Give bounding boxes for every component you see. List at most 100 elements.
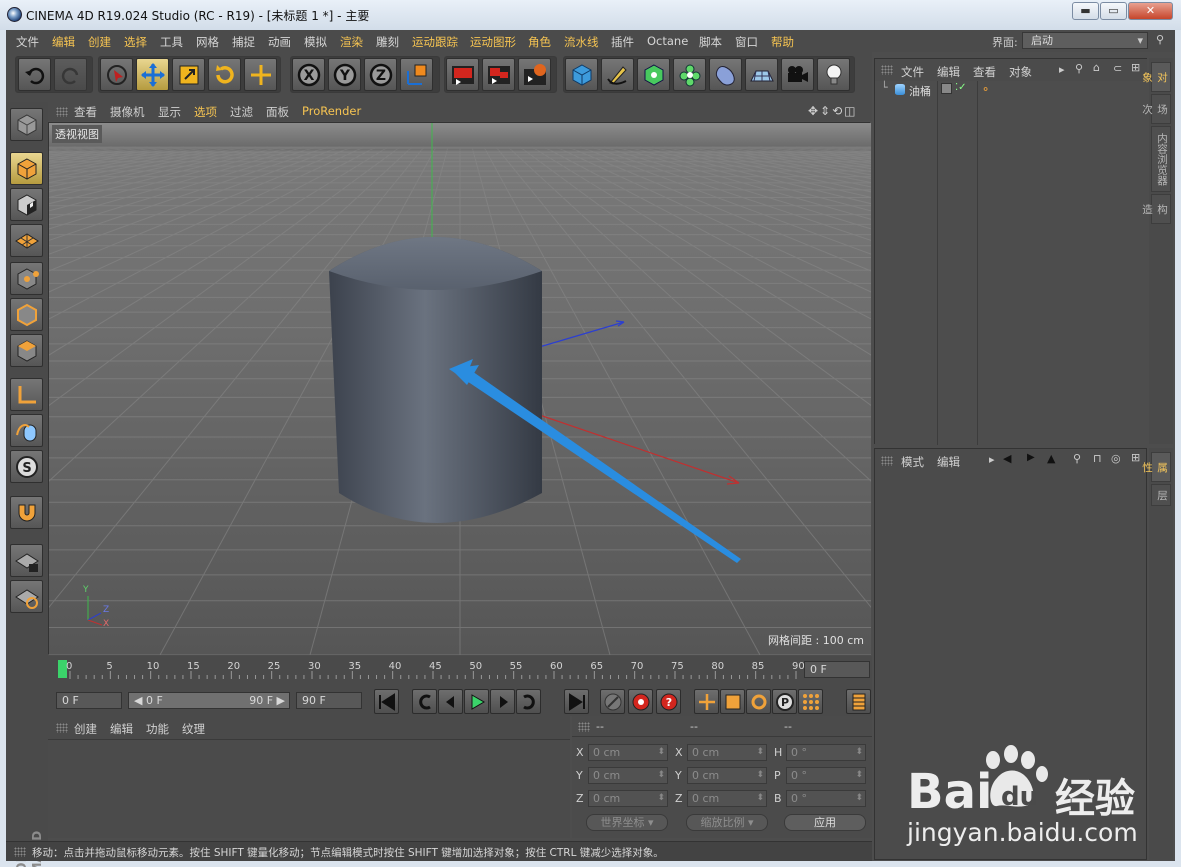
target-icon[interactable]: ◎ — [1111, 452, 1121, 465]
object-menu-object[interactable]: 对象 — [1009, 64, 1032, 80]
search-icon[interactable]: ⚲ — [1075, 62, 1083, 75]
object-menu-view[interactable]: 查看 — [973, 64, 996, 80]
edges-mode-icon[interactable] — [10, 298, 43, 331]
make-editable-icon[interactable] — [10, 108, 43, 141]
menu-create[interactable]: 创建 — [88, 34, 111, 50]
panel-grip[interactable] — [56, 723, 68, 733]
list-item[interactable]: └ 油桶 ⁚✓ ⚬ — [875, 81, 1147, 99]
size-y-field[interactable]: 0 cm — [687, 767, 767, 784]
floor-icon[interactable] — [745, 58, 778, 91]
deformer-icon[interactable] — [709, 58, 742, 91]
panel-grip[interactable] — [56, 107, 68, 117]
rot-p-field[interactable]: 0 ° — [786, 767, 866, 784]
menu-mesh[interactable]: 网格 — [196, 34, 219, 50]
timeline-ruler[interactable]: 0 5 10 15 20 25 30 35 40 45 50 55 60 65 70 75 80 85 90 — [56, 658, 806, 686]
panel-grip[interactable] — [881, 456, 893, 466]
go-to-start-icon[interactable] — [374, 689, 399, 714]
tag-icon[interactable]: ⚬ — [981, 83, 990, 96]
move-icon[interactable] — [136, 58, 169, 91]
panel-grip[interactable] — [881, 65, 893, 75]
key-rotation-icon[interactable] — [746, 689, 771, 714]
edit-render-settings-icon[interactable] — [518, 58, 551, 91]
tab-structure[interactable]: 构造 — [1141, 194, 1171, 224]
menu-pipeline[interactable]: 流水线 — [564, 34, 599, 50]
coordinate-system-icon[interactable] — [400, 58, 433, 91]
toggle-icon[interactable]: ⊂ — [1113, 62, 1122, 75]
search-icon[interactable]: ⚲ — [1073, 452, 1081, 465]
tab-layers[interactable]: 层 — [1151, 484, 1171, 506]
key-pla-icon[interactable] — [798, 689, 823, 714]
tab-objects[interactable]: 对象 — [1141, 62, 1171, 92]
record-icon[interactable] — [600, 689, 625, 714]
menu-window[interactable]: 窗口 — [735, 34, 758, 50]
y-axis-icon[interactable]: Y — [328, 58, 361, 91]
next-frame-icon[interactable] — [490, 689, 515, 714]
menu-file[interactable]: 文件 — [16, 34, 39, 50]
menu-snap[interactable]: 捕捉 — [232, 34, 255, 50]
menu-script[interactable]: 脚本 — [699, 34, 722, 50]
pos-z-field[interactable]: 0 cm — [588, 790, 668, 807]
menu-tools[interactable]: 工具 — [160, 34, 183, 50]
apply-button[interactable]: 应用 — [784, 814, 866, 831]
menu-edit[interactable]: 编辑 — [52, 34, 75, 50]
layer-icon[interactable] — [941, 83, 952, 94]
visibility-check-icon[interactable]: ⁚✓ — [955, 82, 967, 93]
start-frame-field[interactable]: 0 F — [56, 692, 122, 709]
render-view-icon[interactable] — [446, 58, 479, 91]
workplane-rotate-icon[interactable] — [10, 580, 43, 613]
menu-animate[interactable]: 动画 — [268, 34, 291, 50]
panel-grip[interactable] — [578, 722, 590, 732]
next-key-icon[interactable] — [516, 689, 541, 714]
viewport-nav-icons[interactable]: ✥⇕⟲◫ — [808, 104, 858, 118]
menu-octane[interactable]: Octane — [647, 34, 688, 48]
panel-grip[interactable] — [14, 847, 26, 857]
redo-icon[interactable] — [54, 58, 87, 91]
menu-mograph[interactable]: 运动图形 — [470, 34, 516, 50]
previous-key-icon[interactable] — [412, 689, 437, 714]
render-picture-viewer-icon[interactable] — [482, 58, 515, 91]
scale-ratio-dropdown[interactable]: 缩放比例 ▾ — [686, 814, 768, 831]
timeline[interactable]: 0 5 10 15 20 25 30 35 40 45 50 55 60 65 70 75 80 85 90 0 F — [48, 656, 872, 686]
polygons-mode-icon[interactable] — [10, 334, 43, 367]
rot-b-field[interactable]: 0 ° — [786, 790, 866, 807]
snap-icon[interactable]: S — [10, 450, 43, 483]
locked-workplane-icon[interactable] — [10, 544, 43, 577]
maximize-button[interactable]: ▭ — [1100, 2, 1127, 20]
minimize-button[interactable]: ▬ — [1072, 2, 1099, 20]
attr-menu-mode[interactable]: 模式 — [901, 454, 924, 470]
rotate-icon[interactable] — [208, 58, 241, 91]
viewport-menu-camera[interactable]: 摄像机 — [110, 104, 145, 120]
end-frame-field[interactable]: 90 F — [296, 692, 362, 709]
texture-mode-icon[interactable] — [10, 188, 43, 221]
menu-plugins[interactable]: 插件 — [611, 34, 634, 50]
pen-icon[interactable] — [601, 58, 634, 91]
key-scale-icon[interactable] — [720, 689, 745, 714]
undo-icon[interactable] — [18, 58, 51, 91]
new-panel-icon[interactable]: ⊞ — [1131, 451, 1140, 464]
cube-icon[interactable] — [565, 58, 598, 91]
more-arrow-icon[interactable]: ▸ — [1059, 63, 1065, 76]
viewport-menu-options[interactable]: 选项 — [194, 104, 217, 120]
viewport-menu-prorender[interactable]: ProRender — [302, 104, 361, 118]
more-arrow-icon[interactable]: ▸ — [989, 453, 995, 466]
magnet-icon[interactable] — [10, 496, 43, 529]
tab-content-browser[interactable]: 内容浏览器 — [1151, 126, 1171, 192]
menu-simulate[interactable]: 模拟 — [304, 34, 327, 50]
object-menu-file[interactable]: 文件 — [901, 64, 924, 80]
menu-render[interactable]: 渲染 — [340, 34, 363, 50]
material-menu-function[interactable]: 功能 — [146, 721, 169, 737]
pos-y-field[interactable]: 0 cm — [588, 767, 668, 784]
viewport-menu-display[interactable]: 显示 — [158, 104, 181, 120]
viewport-menu-filter[interactable]: 过滤 — [230, 104, 253, 120]
menu-sculpt[interactable]: 雕刻 — [376, 34, 399, 50]
previous-frame-icon[interactable] — [438, 689, 463, 714]
camera-icon[interactable] — [781, 58, 814, 91]
key-position-icon[interactable] — [694, 689, 719, 714]
frame-range-slider[interactable]: ◀ 0 F 90 F ▶ — [128, 692, 290, 709]
workplane-icon[interactable] — [10, 224, 43, 257]
tab-takes[interactable]: 场次 — [1141, 94, 1171, 124]
live-selection-icon[interactable] — [100, 58, 133, 91]
menu-character[interactable]: 角色 — [528, 34, 551, 50]
tab-attributes[interactable]: 属性 — [1141, 452, 1171, 482]
viewport-menu-panel[interactable]: 面板 — [266, 104, 289, 120]
